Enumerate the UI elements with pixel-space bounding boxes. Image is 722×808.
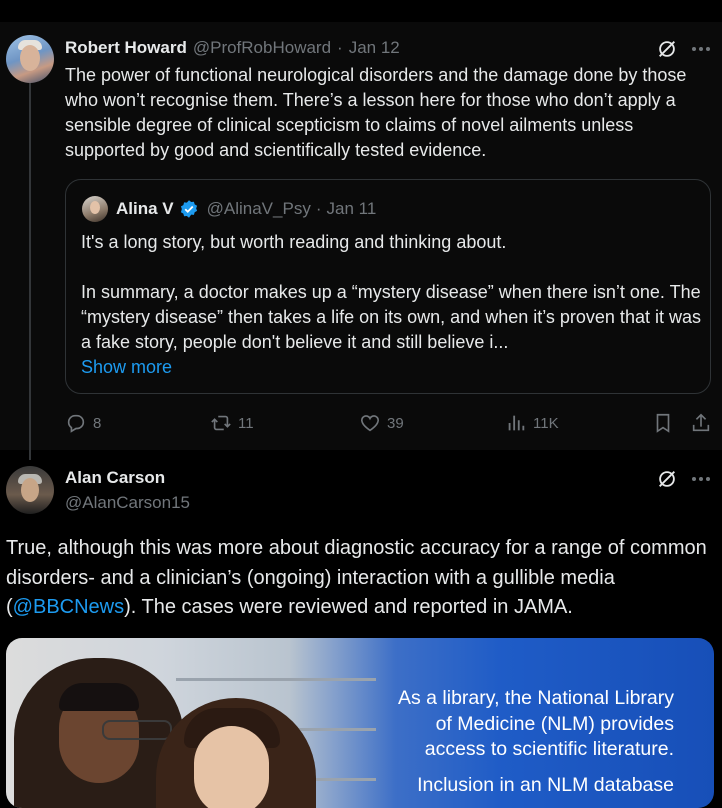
bbcnews-mention-link[interactable]: @BBCNews [13, 596, 124, 618]
tweet-1-text: The power of functional neurological dis… [65, 65, 687, 160]
bookmark-icon [656, 413, 670, 433]
author-name-2[interactable]: Alan Carson [65, 468, 165, 488]
share-icon [692, 413, 710, 432]
top-strip [0, 0, 722, 22]
quoted-author-handle: @AlinaV_Psy [206, 199, 311, 218]
quoted-author-name: Alina V [116, 199, 174, 218]
quoted-tweet[interactable]: Alina V @AlinaV_Psy · Jan 11 It's a long… [65, 179, 711, 394]
views-icon [508, 415, 525, 431]
like-count: 39 [387, 414, 404, 432]
quoted-tweet-header: Alina V @AlinaV_Psy · Jan 11 [116, 199, 376, 219]
views-button[interactable]: 11K [505, 412, 559, 434]
avatar-alan-carson[interactable] [6, 466, 54, 514]
view-count: 11K [533, 414, 559, 432]
avatar-robert-howard[interactable] [6, 35, 54, 83]
author-handle[interactable]: @ProfRobHoward [193, 38, 331, 58]
quoted-post-date: Jan 11 [326, 199, 377, 218]
tweet-2-text-part-2: ). The cases were reviewed and reported … [124, 596, 573, 618]
media-caption-line-4: Inclusion in an NLM database [417, 773, 674, 796]
quoted-tweet-line-2: In summary, a doctor makes up a “mystery… [81, 282, 701, 352]
repost-icon [211, 415, 231, 431]
post-date[interactable]: Jan 12 [349, 38, 400, 58]
media-caption-line-3: access to scientific literature. [424, 738, 674, 760]
reply-count: 8 [93, 414, 102, 432]
separator-dot: · [337, 38, 343, 57]
reply-button[interactable]: 8 [65, 412, 101, 434]
avatar-alina-v [82, 196, 108, 222]
thread-connector-line [29, 82, 31, 460]
tweet-2-text: True, although this was more about diagn… [6, 534, 716, 623]
like-icon [360, 415, 380, 432]
media-caption: As a library, the National Library of Me… [354, 686, 674, 798]
repost-button[interactable]: 11 [210, 412, 254, 434]
media-caption-line-2: of Medicine (NLM) provides [435, 712, 674, 735]
more-icon-2[interactable] [688, 467, 714, 491]
bookmark-button[interactable] [652, 412, 674, 434]
grok-icon[interactable] [655, 37, 679, 61]
grok-icon-2[interactable] [655, 467, 679, 491]
reply-icon [67, 414, 85, 433]
like-button[interactable]: 39 [359, 412, 404, 434]
repost-count: 11 [238, 414, 254, 432]
more-icon[interactable] [688, 37, 714, 61]
quoted-tweet-line-1: It's a long story, but worth reading and… [81, 232, 507, 252]
show-more-link[interactable]: Show more [81, 355, 172, 380]
tweet-2-media-image[interactable]: As a library, the National Library of Me… [6, 638, 714, 808]
author-handle-2[interactable]: @AlanCarson15 [65, 493, 190, 513]
verified-badge-icon [179, 199, 199, 219]
author-name[interactable]: Robert Howard [65, 38, 187, 58]
media-caption-line-1: As a library, the National Library [397, 687, 674, 709]
separator-dot: · [315, 199, 322, 218]
share-button[interactable] [690, 412, 712, 434]
tweet-1-header: Robert Howard @ProfRobHoward · Jan 12 [65, 38, 400, 58]
